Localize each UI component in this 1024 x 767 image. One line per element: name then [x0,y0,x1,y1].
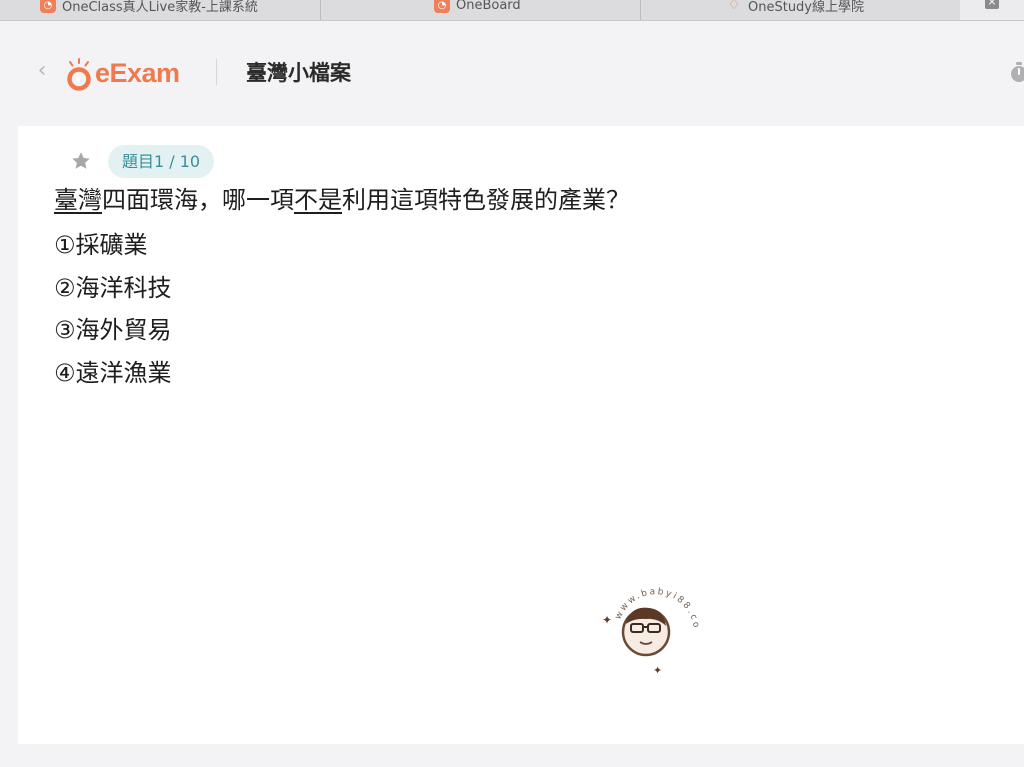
close-tab-button[interactable]: × [985,0,999,9]
question-card: 題目1 / 10 臺灣四面環海，哪一項不是利用這項特色發展的產業？ ①採礦業 ②… [18,126,1024,744]
svg-text:✦: ✦ [653,664,662,677]
onestudy-favicon-icon: ♢ [727,0,741,13]
question-text-segment: 四面環海，哪一項 [102,186,294,214]
tab-title: OneClass真人Live家教-上課系統 [62,0,258,15]
answer-option[interactable]: ①採礦業 [54,224,172,267]
question-text-underlined: 不是 [294,186,342,214]
oneexam-logo: eExam [64,49,180,91]
browser-tab-onestudy[interactable]: ♢ OneStudy線上學院 [726,0,954,16]
watermark-logo: www.babyi88.com ✦ ✦ [593,565,718,682]
question-text-segment: 利用這項特色發展的產業？ [342,186,630,214]
browser-tab-oneboard[interactable]: ◔ OneBoard [434,0,634,16]
tab-title: OneBoard [456,0,521,13]
app-header: ‹ eExam 臺灣小檔案 [0,21,1024,125]
question-counter-badge: 題目1 / 10 [108,145,215,178]
question-text: 臺灣四面環海，哪一項不是利用這項特色發展的產業？ [54,182,630,218]
tab-close-area: × [960,0,1024,20]
answer-options: ①採礦業 ②海洋科技 ③海外貿易 ④遠洋漁業 [54,224,172,394]
page-title: 臺灣小檔案 [246,61,351,85]
logo-mark-icon [64,57,94,91]
stopwatch-icon[interactable] [1008,61,1024,83]
tab-title: OneStudy線上學院 [748,0,865,15]
tab-separator [640,0,641,20]
logo-text: eExam [95,58,180,88]
star-icon[interactable] [70,150,92,172]
tab-separator [320,0,321,20]
svg-text:✦: ✦ [602,613,612,627]
browser-tab-oneclass[interactable]: ◔ OneClass真人Live家教-上課系統 [40,0,310,16]
oneclass-favicon-icon: ◔ [40,0,56,13]
answer-option[interactable]: ④遠洋漁業 [54,352,172,395]
answer-option[interactable]: ③海外貿易 [54,309,172,352]
question-text-underlined: 臺灣 [54,186,102,214]
header-divider [216,59,217,85]
browser-tab-bar: ◔ OneClass真人Live家教-上課系統 ◔ OneBoard ♢ One… [0,0,1024,21]
oneboard-favicon-icon: ◔ [434,0,450,13]
answer-option[interactable]: ②海洋科技 [54,267,172,310]
chevron-left-icon[interactable]: ‹ [34,59,50,83]
